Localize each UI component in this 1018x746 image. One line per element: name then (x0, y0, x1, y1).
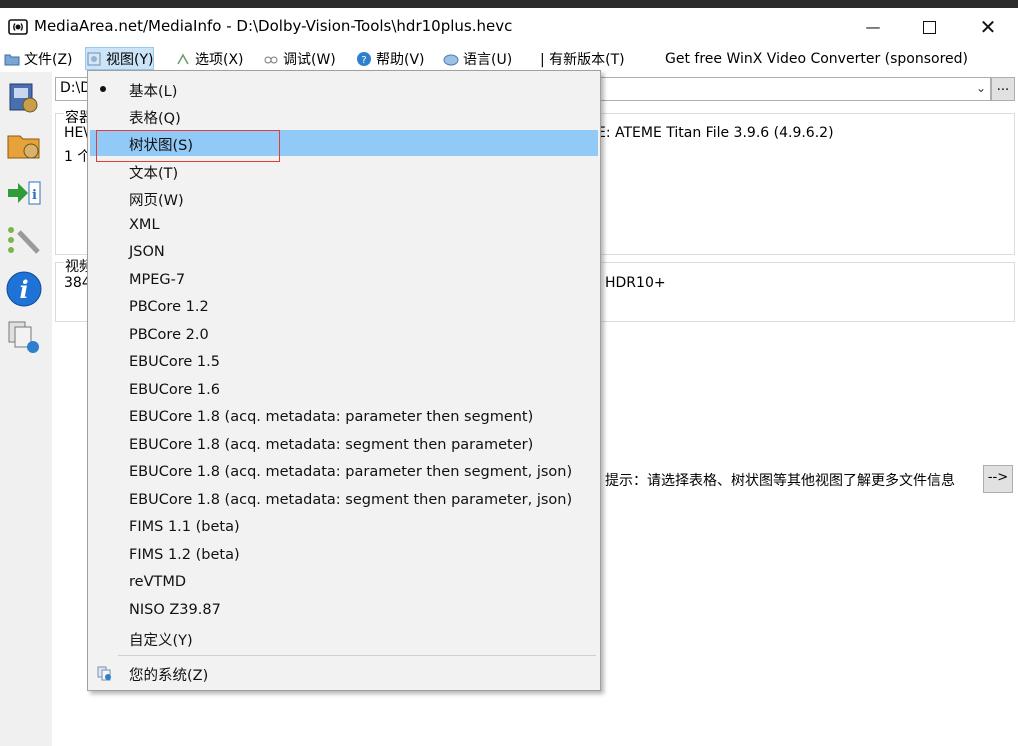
top-strip (0, 0, 1018, 8)
title-bar: MediaArea.net/MediaInfo - D:\Dolby-Visio… (0, 8, 1018, 46)
svg-text:i: i (19, 275, 28, 304)
view-menu-item-xml[interactable]: XML (90, 213, 598, 239)
open-folder-icon[interactable] (5, 126, 43, 164)
about-icon[interactable] (5, 318, 43, 356)
view-menu-item-fims12[interactable]: FIMS 1.2 (beta) (90, 543, 598, 569)
view-menu-item-niso[interactable]: NISO Z39.87 (90, 598, 598, 624)
language-icon (443, 54, 459, 65)
menu-debug-label: 调试(W) (283, 51, 336, 68)
menu-language[interactable]: 语言(U) (443, 48, 512, 69)
selected-bullet-icon (100, 86, 106, 92)
menu-help[interactable]: ? 帮助(V) (356, 48, 425, 69)
hint-arrow-button[interactable]: --> (983, 465, 1013, 493)
menu-sponsored[interactable]: Get free WinX Video Converter (sponsored… (665, 48, 968, 69)
close-button[interactable]: ✕ (960, 8, 1016, 46)
mediainfo-app-icon (8, 19, 28, 35)
view-menu-item-ebucore18-param-seg[interactable]: EBUCore 1.8 (acq. metadata: parameter th… (90, 405, 598, 431)
view-menu-item-ebucore15[interactable]: EBUCore 1.5 (90, 350, 598, 376)
view-menu-item-custom[interactable]: 自定义(Y) (90, 625, 598, 651)
menu-new-version-label: | 有新版本(T) (540, 51, 625, 68)
view-dropdown-menu: 基本(L) 表格(Q) 树状图(S) 文本(T) 网页(W) XML JSON … (87, 70, 601, 691)
maximize-icon (922, 20, 936, 34)
view-menu-item-pbcore20[interactable]: PBCore 2.0 (90, 323, 598, 349)
menu-language-label: 语言(U) (463, 51, 513, 68)
container-line1-right: E: ATEME Titan File 3.9.6 (4.9.6.2) (597, 125, 834, 141)
export-icon[interactable]: i (5, 174, 43, 212)
info-icon[interactable]: i (5, 270, 43, 308)
options-icon (177, 52, 189, 64)
window-title: MediaArea.net/MediaInfo - D:\Dolby-Visio… (34, 17, 513, 35)
menu-sponsored-label: Get free WinX Video Converter (sponsored… (665, 50, 968, 67)
browse-button[interactable]: ... (991, 77, 1015, 101)
view-menu-item-sheet[interactable]: 表格(Q) (90, 103, 598, 129)
menu-help-label: 帮助(V) (376, 51, 425, 68)
view-menu-item-ebucore18-seg-param-json[interactable]: EBUCore 1.8 (acq. metadata: segment then… (90, 488, 598, 514)
menu-file[interactable]: 文件(Z) (4, 48, 73, 69)
svg-text:?: ? (361, 55, 366, 66)
svg-text:i: i (32, 188, 37, 203)
menu-view[interactable]: 视图(Y) (84, 47, 155, 70)
annotation-highlight-box (96, 130, 280, 162)
view-menu-item-revtmd[interactable]: reVTMD (90, 570, 598, 596)
menu-view-label: 视图(Y) (106, 51, 154, 68)
menu-file-label: 文件(Z) (24, 51, 73, 68)
minimize-button[interactable]: — (845, 8, 901, 46)
container-line1-left: HE\ (64, 125, 89, 141)
folder-icon (4, 54, 20, 65)
view-menu-item-mpeg7[interactable]: MPEG-7 (90, 268, 598, 294)
preferences-icon[interactable] (5, 222, 43, 260)
chevron-down-icon[interactable]: ⌄ (976, 81, 986, 95)
view-hint-text: 提示：请选择表格、树状图等其他视图了解更多文件信息 (605, 473, 955, 489)
view-menu-item-ebucore18-seg-param[interactable]: EBUCore 1.8 (acq. metadata: segment then… (90, 433, 598, 459)
menu-options[interactable]: 选项(X) (175, 48, 244, 69)
maximize-button[interactable] (901, 8, 957, 46)
menu-options-label: 选项(X) (195, 51, 244, 68)
open-file-icon[interactable] (5, 78, 43, 116)
view-menu-item-fims11[interactable]: FIMS 1.1 (beta) (90, 515, 598, 541)
view-icon (87, 52, 101, 65)
debug-icon (264, 56, 278, 63)
menu-separator (118, 655, 596, 656)
system-icon (97, 666, 111, 681)
help-icon: ? (357, 51, 371, 66)
view-menu-item-pbcore12[interactable]: PBCore 1.2 (90, 295, 598, 321)
view-menu-item-html[interactable]: 网页(W) (90, 185, 598, 211)
view-menu-item-json[interactable]: JSON (90, 240, 598, 266)
left-toolbar: i i (0, 72, 53, 746)
menu-bar: 文件(Z) 视图(Y) 选项(X) 调试(W) ? 帮助(V) 语言(U) | … (0, 46, 1018, 70)
view-menu-item-basic[interactable]: 基本(L) (90, 76, 598, 102)
menu-debug[interactable]: 调试(W) (263, 48, 336, 69)
video-line1-right: HDR10+ (605, 275, 666, 291)
view-menu-item-ebucore16[interactable]: EBUCore 1.6 (90, 378, 598, 404)
view-menu-item-your-system[interactable]: 您的系统(Z) (90, 660, 598, 686)
menu-new-version[interactable]: | 有新版本(T) (540, 48, 625, 69)
view-menu-item-ebucore18-param-seg-json[interactable]: EBUCore 1.8 (acq. metadata: parameter th… (90, 460, 598, 486)
